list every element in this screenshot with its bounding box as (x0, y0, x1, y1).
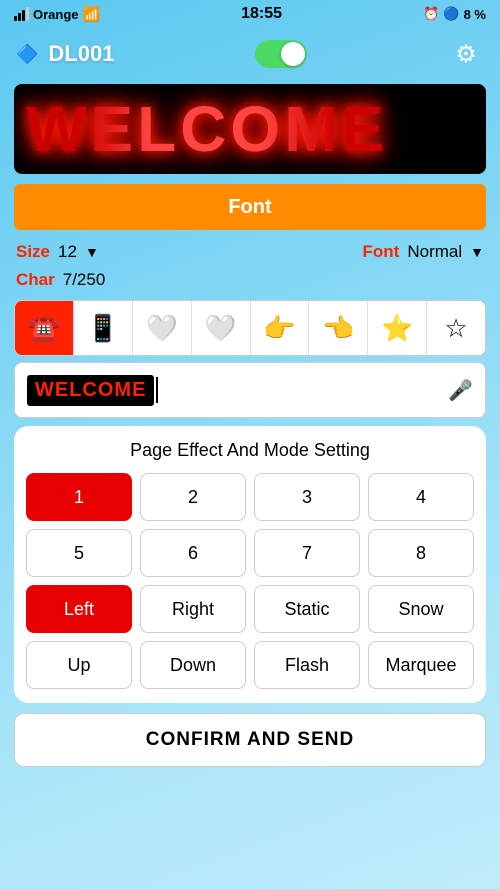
text-cursor (156, 377, 158, 403)
char-label: Char (16, 270, 55, 290)
device-name: DL001 (48, 41, 114, 67)
effect-btn-7[interactable]: 7 (254, 529, 360, 577)
font-label: Font (363, 242, 400, 262)
header: 🔷 DL001 ⚙ (0, 28, 500, 80)
led-text: WELCOME (26, 92, 388, 166)
wifi-icon: 📶 (83, 6, 100, 23)
emoji-star-outline[interactable]: ☆ (427, 301, 485, 355)
controls-row-1: Size 12 ▼ Font Normal ▼ (0, 238, 500, 266)
controls-row-2: Char 7/250 (0, 266, 500, 294)
effect-btn-6[interactable]: 6 (140, 529, 246, 577)
bluetooth-status-icon: 🔵 (443, 6, 459, 22)
emoji-phone-classic[interactable]: ☎️ (15, 301, 74, 355)
size-value: 12 (58, 242, 77, 262)
effect-btn-up[interactable]: Up (26, 641, 132, 689)
effect-btn-2[interactable]: 2 (140, 473, 246, 521)
effect-btn-static[interactable]: Static (254, 585, 360, 633)
effect-btn-5[interactable]: 5 (26, 529, 132, 577)
time-label: 18:55 (241, 5, 282, 23)
settings-icon[interactable]: ⚙ (448, 36, 484, 72)
emoji-point-left[interactable]: 👈 (309, 301, 368, 355)
power-toggle[interactable] (255, 40, 307, 68)
text-input-area[interactable]: WELCOME 🎤 (14, 362, 486, 418)
emoji-point-right[interactable]: 👉 (251, 301, 310, 355)
emoji-heart-filled[interactable]: 🤍 (192, 301, 251, 355)
effect-btn-right[interactable]: Right (140, 585, 246, 633)
size-label: Size (16, 242, 50, 262)
effect-btn-snow[interactable]: Snow (368, 585, 474, 633)
battery-label: 8 % (464, 7, 486, 22)
effect-btn-flash[interactable]: Flash (254, 641, 360, 689)
font-value: Normal (407, 242, 462, 262)
effect-btn-down[interactable]: Down (140, 641, 246, 689)
alarm-icon: ⏰ (423, 6, 439, 22)
char-value: 7/250 (63, 270, 106, 290)
signal-icon (14, 7, 29, 21)
size-dropdown-icon[interactable]: ▼ (85, 244, 99, 260)
page-effect-section: Page Effect And Mode Setting 1 2 3 4 5 6… (14, 426, 486, 703)
led-display: WELCOME (14, 84, 486, 174)
carrier-label: Orange (33, 7, 79, 22)
effect-btn-4[interactable]: 4 (368, 473, 474, 521)
status-bar: Orange 📶 18:55 ⏰ 🔵 8 % (0, 0, 500, 28)
confirm-button[interactable]: CONFIRM AND SEND (14, 713, 486, 767)
effect-btn-8[interactable]: 8 (368, 529, 474, 577)
page-effect-title: Page Effect And Mode Setting (26, 440, 474, 461)
emoji-star-filled[interactable]: ⭐ (368, 301, 427, 355)
effect-number-grid: 1 2 3 4 5 6 7 8 Left Right Static Snow U… (26, 473, 474, 689)
bluetooth-icon: 🔷 (16, 44, 38, 65)
effect-btn-3[interactable]: 3 (254, 473, 360, 521)
emoji-phone-red[interactable]: 📱 (74, 301, 133, 355)
voice-icon[interactable]: 🎤 (448, 378, 473, 403)
effect-btn-marquee[interactable]: Marquee (368, 641, 474, 689)
font-button[interactable]: Font (14, 184, 486, 230)
effect-btn-left[interactable]: Left (26, 585, 132, 633)
emoji-row: ☎️ 📱 🤍 🤍 👉 👈 ⭐ ☆ (14, 300, 486, 356)
effect-btn-1[interactable]: 1 (26, 473, 132, 521)
font-dropdown-icon[interactable]: ▼ (470, 244, 484, 260)
text-input-value: WELCOME (27, 375, 154, 406)
emoji-heart-outline[interactable]: 🤍 (133, 301, 192, 355)
